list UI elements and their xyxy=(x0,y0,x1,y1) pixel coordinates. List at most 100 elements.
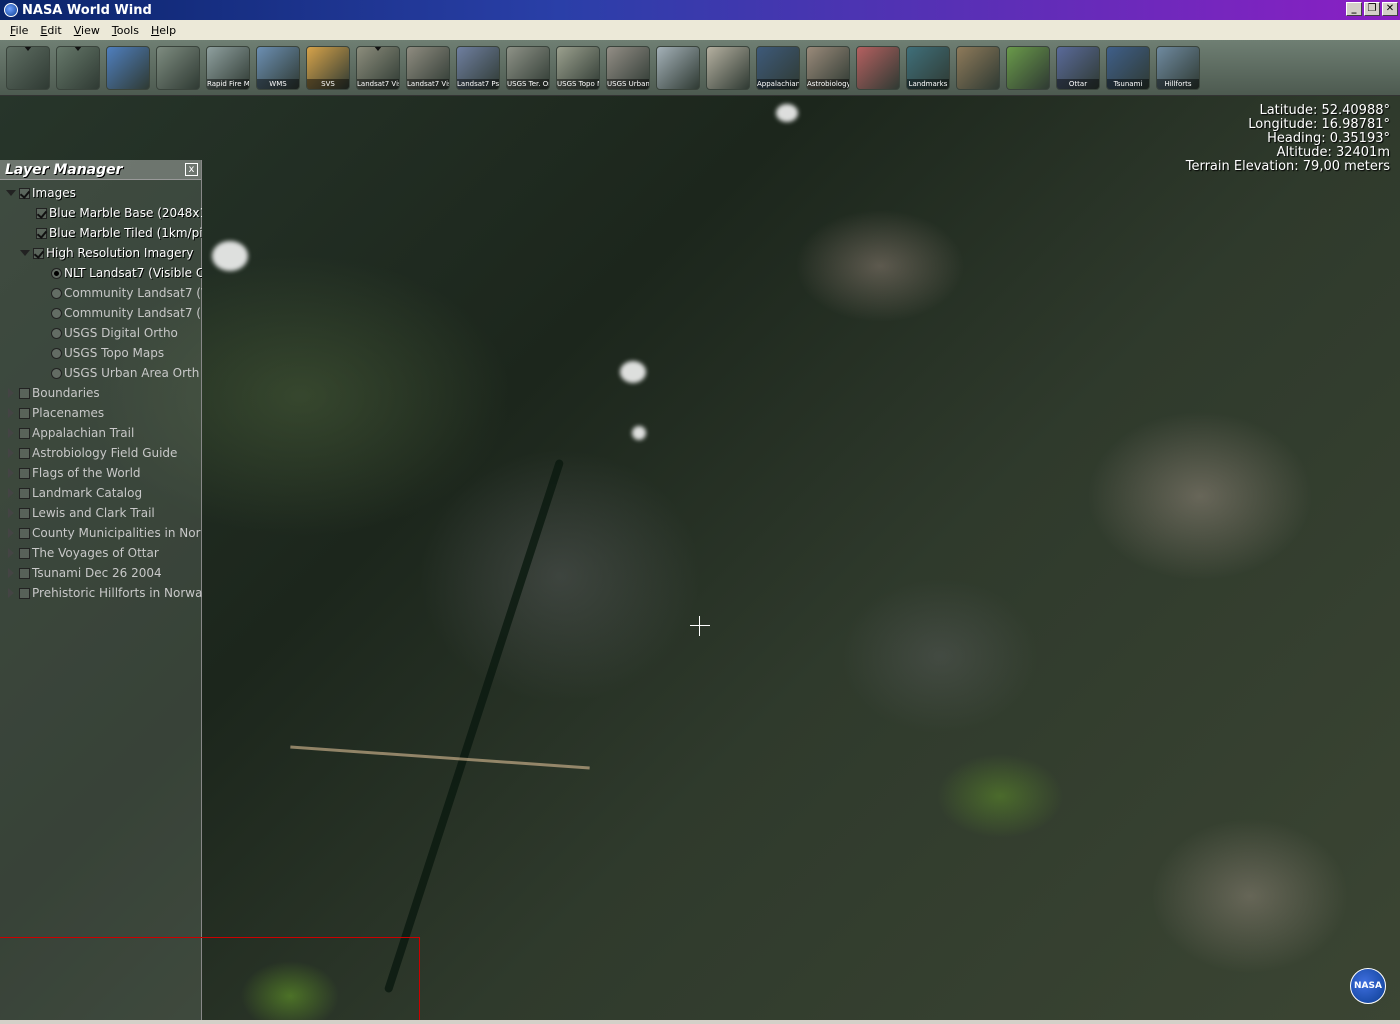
layer-checkbox[interactable] xyxy=(33,247,44,259)
close-button[interactable]: ✕ xyxy=(1382,2,1398,16)
globe-toolbar-button[interactable] xyxy=(106,45,150,90)
toolbar-button-label: Landsat7 Visible xyxy=(357,78,399,89)
menu-help[interactable]: Help xyxy=(145,24,182,37)
layer-checkbox[interactable] xyxy=(36,207,47,219)
layer-row[interactable]: Images xyxy=(0,183,202,203)
toolbar-button-label: SVS xyxy=(307,78,349,89)
layer-label: Images xyxy=(32,186,76,200)
layer-checkbox[interactable] xyxy=(19,467,30,479)
expand-right-icon[interactable] xyxy=(8,488,14,498)
layer-radio[interactable] xyxy=(51,347,62,359)
layer-label: Boundaries xyxy=(32,386,100,400)
map-1-toolbar-button[interactable] xyxy=(656,45,700,90)
usgs-topo-toolbar-button[interactable]: USGS Topo Map xyxy=(556,45,600,90)
latitude-readout: Latitude: 52.40988° xyxy=(1259,103,1390,118)
layer-row[interactable]: Appalachian Trail xyxy=(0,423,202,443)
layer-row[interactable]: Boundaries xyxy=(0,383,202,403)
layer-row[interactable]: Flags of the World xyxy=(0,463,202,483)
layer-row[interactable]: USGS Digital Ortho xyxy=(0,323,202,343)
menu-tools[interactable]: Tools xyxy=(106,24,145,37)
landsat7-visible-toolbar-button[interactable]: Landsat7 Visible xyxy=(356,45,400,90)
expand-right-icon[interactable] xyxy=(8,528,14,538)
layer-checkbox[interactable] xyxy=(19,387,30,399)
ottar-toolbar-button[interactable]: Ottar xyxy=(1056,45,1100,90)
layer-radio[interactable] xyxy=(51,307,62,319)
layer-row[interactable]: Landmark Catalog xyxy=(0,483,202,503)
layer-checkbox[interactable] xyxy=(19,507,30,519)
county-municipalities-toolbar-button[interactable] xyxy=(1006,45,1050,90)
appalachian-toolbar-button[interactable]: Appalachian xyxy=(756,45,800,90)
layer-row[interactable]: Lewis and Clark Trail xyxy=(0,503,202,523)
map-2-toolbar-button[interactable] xyxy=(706,45,750,90)
expand-right-icon[interactable] xyxy=(8,468,14,478)
modis-toolbar-button[interactable]: Rapid Fire MODIS xyxy=(206,45,250,90)
layer-manager-header[interactable]: Layer Manager xyxy=(0,160,201,180)
layer-checkbox[interactable] xyxy=(19,587,30,599)
usgs-ortho-toolbar-button[interactable]: USGS Ter. Ortho xyxy=(506,45,550,90)
expand-down-icon[interactable] xyxy=(20,250,30,256)
layer-label: USGS Digital Ortho xyxy=(64,326,178,340)
toolbar: Rapid Fire MODIS WMS SVS Landsat7 Visible La… xyxy=(0,40,1400,96)
layer-checkbox[interactable] xyxy=(19,567,30,579)
wms-toolbar-button[interactable]: WMS xyxy=(256,45,300,90)
layer-row[interactable]: Blue Marble Base (2048x1 xyxy=(0,203,202,223)
layer-row[interactable]: USGS Topo Maps xyxy=(0,343,202,363)
expand-right-icon[interactable] xyxy=(8,408,14,418)
layer-row[interactable]: The Voyages of Ottar xyxy=(0,543,202,563)
layer-row[interactable]: Community Landsat7 (V xyxy=(0,283,202,303)
expand-right-icon[interactable] xyxy=(8,588,14,598)
layer-row[interactable]: Astrobiology Field Guide xyxy=(0,443,202,463)
grid-toolbar-button[interactable] xyxy=(56,45,100,90)
globe-view[interactable] xyxy=(0,96,1400,1020)
layer-label: Lewis and Clark Trail xyxy=(32,506,155,520)
usgs-urban-toolbar-button[interactable]: USGS Urban Area xyxy=(606,45,650,90)
layer-manager-close-button[interactable]: x xyxy=(185,163,198,176)
svs-toolbar-button[interactable]: SVS xyxy=(306,45,350,90)
expand-right-icon[interactable] xyxy=(8,388,14,398)
layer-checkbox[interactable] xyxy=(19,407,30,419)
nasa-logo-text: NASA xyxy=(1354,981,1382,991)
position-readout: Latitude: 52.40988° Longitude: 16.98781°… xyxy=(1186,104,1390,174)
layer-row[interactable]: USGS Urban Area Orth xyxy=(0,363,202,383)
menu-file[interactable]: File xyxy=(4,24,34,37)
lewis-clark-toolbar-button[interactable] xyxy=(956,45,1000,90)
astrobiology-toolbar-button[interactable]: Astrobiology xyxy=(806,45,850,90)
landsat7-pseudo-toolbar-button[interactable]: Landsat7 Pseudo xyxy=(456,45,500,90)
menu-view[interactable]: View xyxy=(68,24,106,37)
landmarks-toolbar-button[interactable]: Landmarks xyxy=(906,45,950,90)
layer-checkbox[interactable] xyxy=(19,187,30,199)
layers-toolbar-button[interactable] xyxy=(6,45,50,90)
restore-button[interactable]: ❐ xyxy=(1364,2,1380,16)
expand-right-icon[interactable] xyxy=(8,548,14,558)
expand-right-icon[interactable] xyxy=(8,448,14,458)
layer-row[interactable]: NLT Landsat7 (Visible C xyxy=(0,263,202,283)
layer-row[interactable]: Prehistoric Hillforts in Norway xyxy=(0,583,202,603)
layer-checkbox[interactable] xyxy=(19,447,30,459)
layer-checkbox[interactable] xyxy=(19,487,30,499)
minimize-button[interactable]: _ xyxy=(1346,2,1362,16)
layer-radio[interactable] xyxy=(51,287,62,299)
layer-checkbox[interactable] xyxy=(36,227,47,239)
layer-checkbox[interactable] xyxy=(19,527,30,539)
tsunami-toolbar-button[interactable]: Tsunami xyxy=(1106,45,1150,90)
landsat7-visible-2-toolbar-button[interactable]: Landsat7 Visible xyxy=(406,45,450,90)
expand-right-icon[interactable] xyxy=(8,508,14,518)
expand-right-icon[interactable] xyxy=(8,428,14,438)
layer-checkbox[interactable] xyxy=(19,427,30,439)
expand-right-icon[interactable] xyxy=(8,568,14,578)
hillforts-toolbar-button[interactable]: Hillforts xyxy=(1156,45,1200,90)
layer-radio[interactable] xyxy=(51,267,62,279)
layer-radio[interactable] xyxy=(51,327,62,339)
expand-down-icon[interactable] xyxy=(6,190,16,196)
layer-checkbox[interactable] xyxy=(19,547,30,559)
menu-edit[interactable]: Edit xyxy=(34,24,67,37)
layer-row[interactable]: Blue Marble Tiled (1km/pix xyxy=(0,223,202,243)
search-toolbar-button[interactable] xyxy=(156,45,200,90)
flags-toolbar-button[interactable] xyxy=(856,45,900,90)
layer-row[interactable]: Tsunami Dec 26 2004 xyxy=(0,563,202,583)
layer-row[interactable]: County Municipalities in Nor xyxy=(0,523,202,543)
layer-row[interactable]: Community Landsat7 (P xyxy=(0,303,202,323)
layer-row[interactable]: High Resolution Imagery xyxy=(0,243,202,263)
layer-radio[interactable] xyxy=(51,367,62,379)
layer-row[interactable]: Placenames xyxy=(0,403,202,423)
